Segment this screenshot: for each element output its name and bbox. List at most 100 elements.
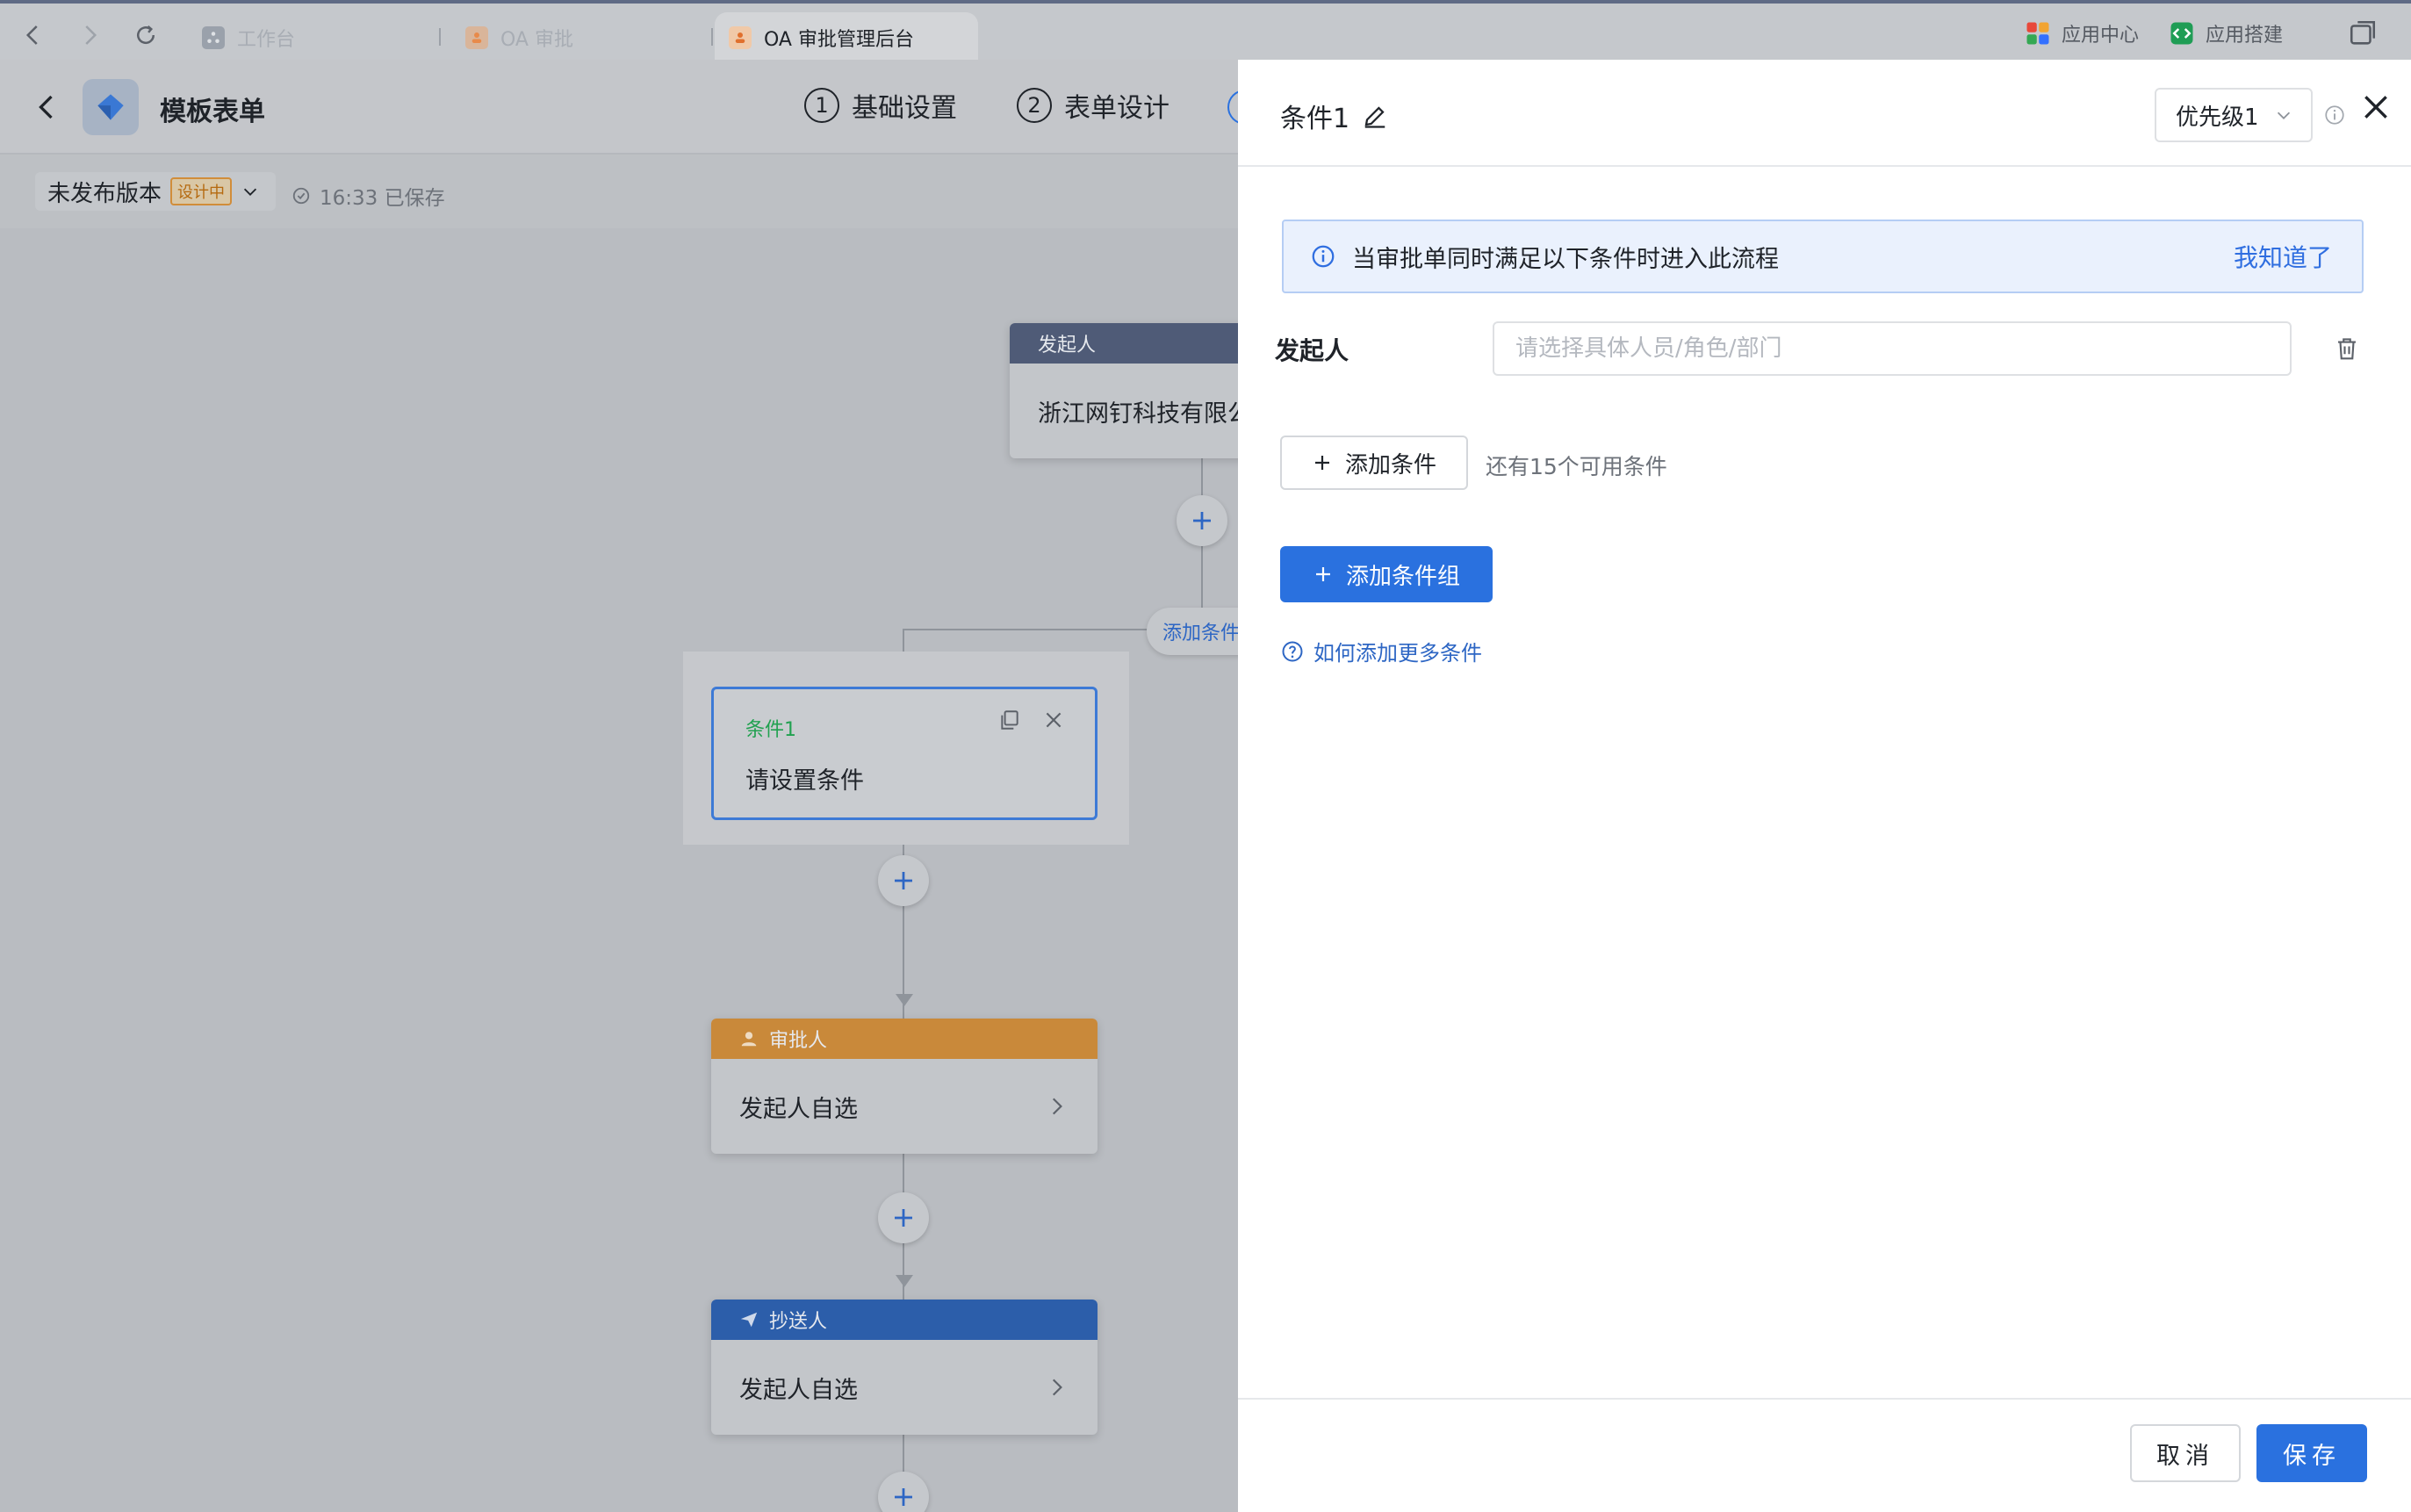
step-number: 1 xyxy=(804,88,839,123)
back-nav-icon[interactable] xyxy=(14,16,53,54)
condition-card[interactable]: 条件1 请设置条件 xyxy=(711,687,1098,820)
initiator-field-label: 发起人 xyxy=(1275,336,1349,365)
add-node-button[interactable] xyxy=(878,1192,929,1243)
initiator-node-body: 浙江网钉科技有限公 xyxy=(1010,364,1256,458)
info-icon[interactable] xyxy=(2323,104,2346,126)
copy-icon[interactable] xyxy=(998,709,1021,731)
step-label: 基础设置 xyxy=(852,93,957,124)
help-link[interactable]: 如何添加更多条件 xyxy=(1280,636,1482,666)
drawer-title: 条件1 xyxy=(1280,97,1388,135)
step-number: 2 xyxy=(1017,88,1052,123)
node-body-text: 发起人自选 xyxy=(739,1376,858,1404)
workbench-icon xyxy=(202,26,225,49)
forward-nav-icon[interactable] xyxy=(70,16,109,54)
back-icon[interactable] xyxy=(32,90,63,125)
add-condition-button[interactable]: 添加条件 xyxy=(1280,436,1468,490)
tab-separator xyxy=(711,28,713,46)
refresh-icon[interactable] xyxy=(126,16,165,54)
version-dropdown[interactable]: 未发布版本 设计中 xyxy=(35,172,277,211)
arrow-down-icon xyxy=(896,1275,913,1287)
drawer-header: 条件1 优先级1 xyxy=(1238,60,2411,167)
info-icon xyxy=(1312,245,1335,268)
tab-oa-approval[interactable]: OA 审批 xyxy=(465,12,573,63)
user-icon xyxy=(741,1032,757,1047)
node-head-label: 抄送人 xyxy=(769,1311,828,1333)
save-button[interactable]: 保存 xyxy=(2256,1424,2367,1482)
cancel-button[interactable]: 取消 xyxy=(2130,1424,2241,1482)
remaining-conditions-text: 还有15个可用条件 xyxy=(1486,454,1667,479)
save-status: 16:33 已保存 xyxy=(291,181,445,211)
close-drawer-icon[interactable] xyxy=(2358,90,2393,125)
add-condition-label: 添加条件 xyxy=(1344,451,1436,479)
question-icon xyxy=(1282,641,1303,661)
edit-icon[interactable] xyxy=(1362,103,1388,129)
approval-icon xyxy=(729,26,752,49)
tab-oa-admin[interactable]: OA 审批管理后台 xyxy=(715,12,978,63)
chevron-down-icon xyxy=(2277,112,2291,119)
plus-icon xyxy=(1314,456,1329,470)
app-builder-label: 应用搭建 xyxy=(2206,25,2284,47)
tab-workbench[interactable]: 工作台 xyxy=(202,12,295,63)
add-node-button[interactable] xyxy=(878,855,929,906)
condition-actions xyxy=(998,709,1065,731)
step-form-design[interactable]: 2 表单设计 xyxy=(1017,86,1170,125)
tab-label: OA 审批管理后台 xyxy=(764,29,914,51)
tab-label: 工作台 xyxy=(237,29,296,51)
condition-card-wrapper: 条件1 请设置条件 xyxy=(683,652,1129,845)
add-node-button[interactable] xyxy=(1177,495,1227,546)
app-logo xyxy=(83,79,139,135)
send-icon xyxy=(740,1312,758,1328)
chevron-down-icon xyxy=(243,188,257,196)
trash-icon[interactable] xyxy=(2334,335,2360,362)
initiator-node[interactable]: 发起人 浙江网钉科技有限公 xyxy=(1010,323,1256,458)
page-title: 模板表单 xyxy=(160,97,265,127)
app-builder-button[interactable]: 应用搭建 xyxy=(2169,18,2283,49)
priority-select[interactable]: 优先级1 xyxy=(2155,88,2313,142)
check-circle-icon xyxy=(292,187,310,205)
plus-icon xyxy=(895,1488,912,1506)
approver-node-head: 审批人 xyxy=(711,1019,1098,1059)
approver-node[interactable]: 审批人 发起人自选 xyxy=(711,1019,1098,1154)
drawer-footer: 取消 保存 xyxy=(1238,1398,2411,1512)
add-condition-group-button[interactable]: 添加条件组 xyxy=(1280,546,1493,602)
condition-text: 请设置条件 xyxy=(745,767,864,795)
plus-icon xyxy=(1193,512,1211,529)
new-window-icon[interactable] xyxy=(2348,18,2378,49)
app-center-label: 应用中心 xyxy=(2062,25,2140,47)
approver-node-body: 发起人自选 xyxy=(711,1059,1098,1154)
notice-ack-link[interactable]: 我知道了 xyxy=(2234,239,2332,274)
tab-separator xyxy=(439,28,441,46)
app-center-icon xyxy=(2026,22,2049,45)
cc-node[interactable]: 抄送人 发起人自选 xyxy=(711,1300,1098,1435)
arrow-down-icon xyxy=(896,994,913,1006)
plus-icon xyxy=(1315,567,1330,581)
browser-chrome: 工作台 OA 审批 OA 审批管理后台 应用中心 应用搭建 xyxy=(0,0,2411,63)
plus-icon xyxy=(895,1209,912,1227)
initiator-node-head: 发起人 xyxy=(1010,323,1256,364)
step-label: 表单设计 xyxy=(1064,93,1170,124)
node-head-label: 发起人 xyxy=(1038,335,1097,356)
version-bar: 未发布版本 设计中 16:33 已保存 xyxy=(0,155,1238,228)
cc-node-body: 发起人自选 xyxy=(711,1340,1098,1435)
approval-icon xyxy=(465,26,488,49)
app-center-button[interactable]: 应用中心 xyxy=(2025,18,2139,49)
step-basic-settings[interactable]: 1 基础设置 xyxy=(804,86,957,125)
condition-label: 条件1 xyxy=(745,719,796,741)
close-icon[interactable] xyxy=(1042,709,1065,731)
priority-value: 优先级1 xyxy=(2176,104,2259,131)
node-head-label: 审批人 xyxy=(769,1030,828,1052)
chevron-right-icon xyxy=(1052,1379,1062,1396)
drawer-title-text: 条件1 xyxy=(1280,104,1350,134)
tab-label: OA 审批 xyxy=(500,29,573,51)
status-badge: 设计中 xyxy=(170,177,233,205)
app-builder-icon xyxy=(2170,22,2193,45)
condition-drawer: 条件1 优先级1 当审批单同时满足以下条件时进入此流程 我知道了 发起人 添加条… xyxy=(1238,60,2411,1512)
save-status-text: 16:33 已保存 xyxy=(320,187,445,210)
version-label: 未发布版本 xyxy=(47,180,162,207)
initiator-select-input[interactable] xyxy=(1493,321,2292,376)
help-link-text: 如何添加更多条件 xyxy=(1313,641,1482,666)
plus-icon xyxy=(895,872,912,889)
add-condition-group-label: 添加条件组 xyxy=(1345,563,1460,590)
node-body-text: 发起人自选 xyxy=(739,1095,858,1123)
cc-node-head: 抄送人 xyxy=(711,1300,1098,1340)
